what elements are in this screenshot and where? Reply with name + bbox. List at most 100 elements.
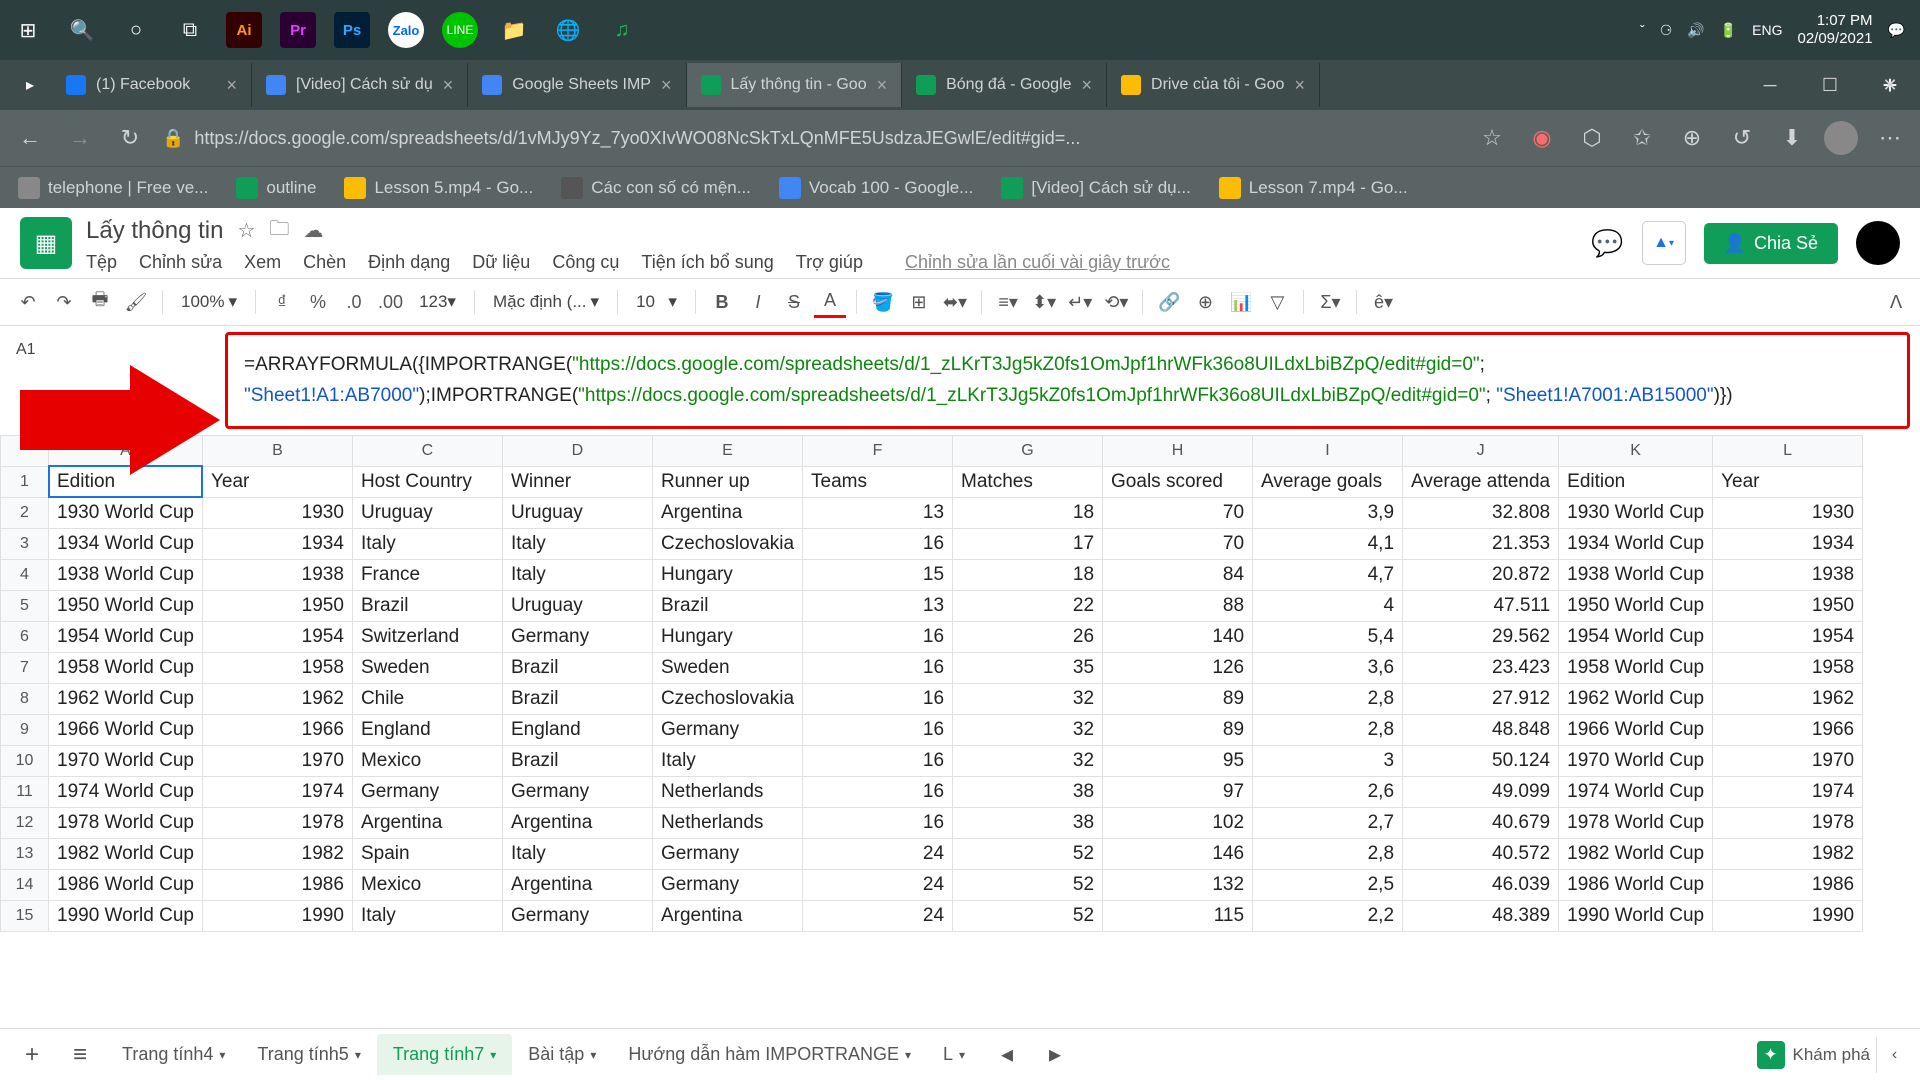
column-header[interactable]: L — [1713, 435, 1863, 466]
cell[interactable]: 1974 World Cup — [49, 776, 203, 807]
column-header[interactable]: C — [352, 435, 502, 466]
cell[interactable]: 18 — [953, 559, 1103, 590]
cell[interactable]: 1986 World Cup — [49, 869, 203, 900]
cloud-icon[interactable]: ☁ — [303, 218, 323, 243]
row-header[interactable]: 13 — [1, 838, 49, 869]
cell[interactable]: 102 — [1103, 807, 1253, 838]
browser-tab[interactable]: Lấy thông tin - Goo× — [687, 63, 903, 107]
volume-icon[interactable]: 🔊 — [1687, 22, 1704, 39]
favorites-icon[interactable]: ✩ — [1624, 120, 1660, 156]
zoom-dropdown[interactable]: 100% ▾ — [173, 292, 245, 312]
last-edit-link[interactable]: Chỉnh sửa lần cuối vài giây trước — [905, 252, 1170, 273]
cell[interactable]: 1974 World Cup — [1559, 776, 1713, 807]
cell[interactable]: 16 — [803, 714, 953, 745]
cell[interactable]: Argentina — [352, 807, 502, 838]
row-header[interactable]: 4 — [1, 559, 49, 590]
close-tab-icon[interactable]: × — [226, 75, 237, 96]
input-tools-button[interactable]: ê▾ — [1367, 286, 1399, 318]
close-tab-icon[interactable]: × — [443, 75, 454, 96]
cell[interactable]: 1950 World Cup — [49, 590, 203, 621]
cell[interactable]: 1958 — [1713, 652, 1863, 683]
menu-item[interactable]: Chỉnh sửa — [139, 252, 222, 273]
cell[interactable]: 18 — [953, 497, 1103, 528]
menu-item[interactable]: Định dạng — [368, 252, 450, 273]
menu-item[interactable]: Công cụ — [552, 252, 619, 273]
font-size-dropdown[interactable]: 10 ▾ — [628, 292, 685, 312]
cell[interactable]: 1974 — [202, 776, 352, 807]
menu-item[interactable]: Tệp — [86, 252, 117, 273]
row-header[interactable]: 11 — [1, 776, 49, 807]
bookmark-item[interactable]: Vocab 100 - Google... — [779, 177, 973, 199]
cell[interactable]: Uruguay — [502, 497, 652, 528]
redo-button[interactable]: ↷ — [48, 286, 80, 318]
cell[interactable]: Uruguay — [352, 497, 502, 528]
cortana-icon[interactable]: ○ — [118, 12, 154, 48]
name-box[interactable] — [10, 334, 70, 366]
cell[interactable]: 50.124 — [1403, 745, 1559, 776]
cell[interactable]: 1990 — [202, 900, 352, 931]
chevron-up-icon[interactable]: ˇ — [1640, 22, 1645, 38]
cell[interactable]: 3,9 — [1253, 497, 1403, 528]
cell[interactable]: Brazil — [352, 590, 502, 621]
sheet-tab[interactable]: L ▾ — [927, 1034, 981, 1075]
wifi-icon[interactable]: ⚆ — [1660, 22, 1673, 39]
cell[interactable]: 146 — [1103, 838, 1253, 869]
cell[interactable]: Year — [202, 466, 352, 497]
formula-input[interactable]: =ARRAYFORMULA({IMPORTRANGE("https://docs… — [225, 332, 1910, 429]
add-sheet-button[interactable]: + — [10, 1033, 54, 1077]
borders-button[interactable]: ⊞ — [903, 286, 935, 318]
font-dropdown[interactable]: Mặc định (... ▾ — [485, 292, 607, 312]
italic-button[interactable]: I — [742, 286, 774, 318]
cell[interactable]: 140 — [1103, 621, 1253, 652]
cell[interactable]: 1970 World Cup — [1559, 745, 1713, 776]
cell[interactable]: 1990 World Cup — [49, 900, 203, 931]
cell[interactable]: 21.353 — [1403, 528, 1559, 559]
column-header[interactable]: G — [953, 435, 1103, 466]
cell[interactable]: 48.848 — [1403, 714, 1559, 745]
cell[interactable]: 1966 World Cup — [1559, 714, 1713, 745]
functions-button[interactable]: Σ▾ — [1314, 286, 1346, 318]
share-button[interactable]: 👤Chia Sẻ — [1704, 223, 1838, 264]
collections-icon[interactable]: ⊕ — [1674, 120, 1710, 156]
cell[interactable]: 1954 World Cup — [1559, 621, 1713, 652]
cell[interactable]: 1962 World Cup — [49, 683, 203, 714]
cell[interactable]: Brazil — [502, 745, 652, 776]
bookmark-item[interactable]: Các con số có mện... — [561, 177, 751, 199]
cell[interactable]: 48.389 — [1403, 900, 1559, 931]
cell[interactable]: Year — [1713, 466, 1863, 497]
edge-icon[interactable]: 🌐 — [550, 12, 586, 48]
browser-tab[interactable]: Google Sheets IMP× — [468, 63, 686, 107]
cell[interactable]: Netherlands — [652, 776, 802, 807]
cell[interactable]: 1978 World Cup — [49, 807, 203, 838]
cell[interactable]: Brazil — [502, 652, 652, 683]
cell[interactable]: 1970 — [1713, 745, 1863, 776]
cell[interactable]: 24 — [803, 869, 953, 900]
collapse-toolbar-button[interactable]: ᐱ — [1880, 286, 1912, 318]
cell[interactable]: 5,4 — [1253, 621, 1403, 652]
cell[interactable]: 1938 — [1713, 559, 1863, 590]
scroll-left-button[interactable]: ◂ — [985, 1033, 1029, 1077]
cell[interactable]: Goals scored — [1103, 466, 1253, 497]
comments-icon[interactable]: 💬 — [1591, 228, 1623, 259]
browser-tab[interactable]: Drive của tôi - Goo× — [1107, 63, 1320, 107]
cell[interactable]: 1970 — [202, 745, 352, 776]
menu-item[interactable]: Tiện ích bổ sung — [641, 252, 773, 273]
cell[interactable]: Mexico — [352, 869, 502, 900]
history-icon[interactable]: ↺ — [1724, 120, 1760, 156]
cell[interactable]: 1978 World Cup — [1559, 807, 1713, 838]
cell[interactable]: Switzerland — [352, 621, 502, 652]
cell[interactable]: 1962 — [202, 683, 352, 714]
cell[interactable]: Runner up — [652, 466, 802, 497]
cell[interactable]: Germany — [502, 621, 652, 652]
bookmark-item[interactable]: Lesson 5.mp4 - Go... — [344, 177, 533, 199]
cell[interactable]: 1958 World Cup — [1559, 652, 1713, 683]
illustrator-icon[interactable]: Ai — [226, 12, 262, 48]
clock[interactable]: 1:07 PM 02/09/2021 — [1797, 12, 1872, 48]
cell[interactable]: 3 — [1253, 745, 1403, 776]
cell[interactable]: 1938 World Cup — [49, 559, 203, 590]
cell[interactable]: 1938 World Cup — [1559, 559, 1713, 590]
print-button[interactable]: 🖶 — [84, 286, 116, 318]
cell[interactable]: 1950 — [1713, 590, 1863, 621]
cell[interactable]: 1934 World Cup — [49, 528, 203, 559]
cell[interactable]: 2,7 — [1253, 807, 1403, 838]
